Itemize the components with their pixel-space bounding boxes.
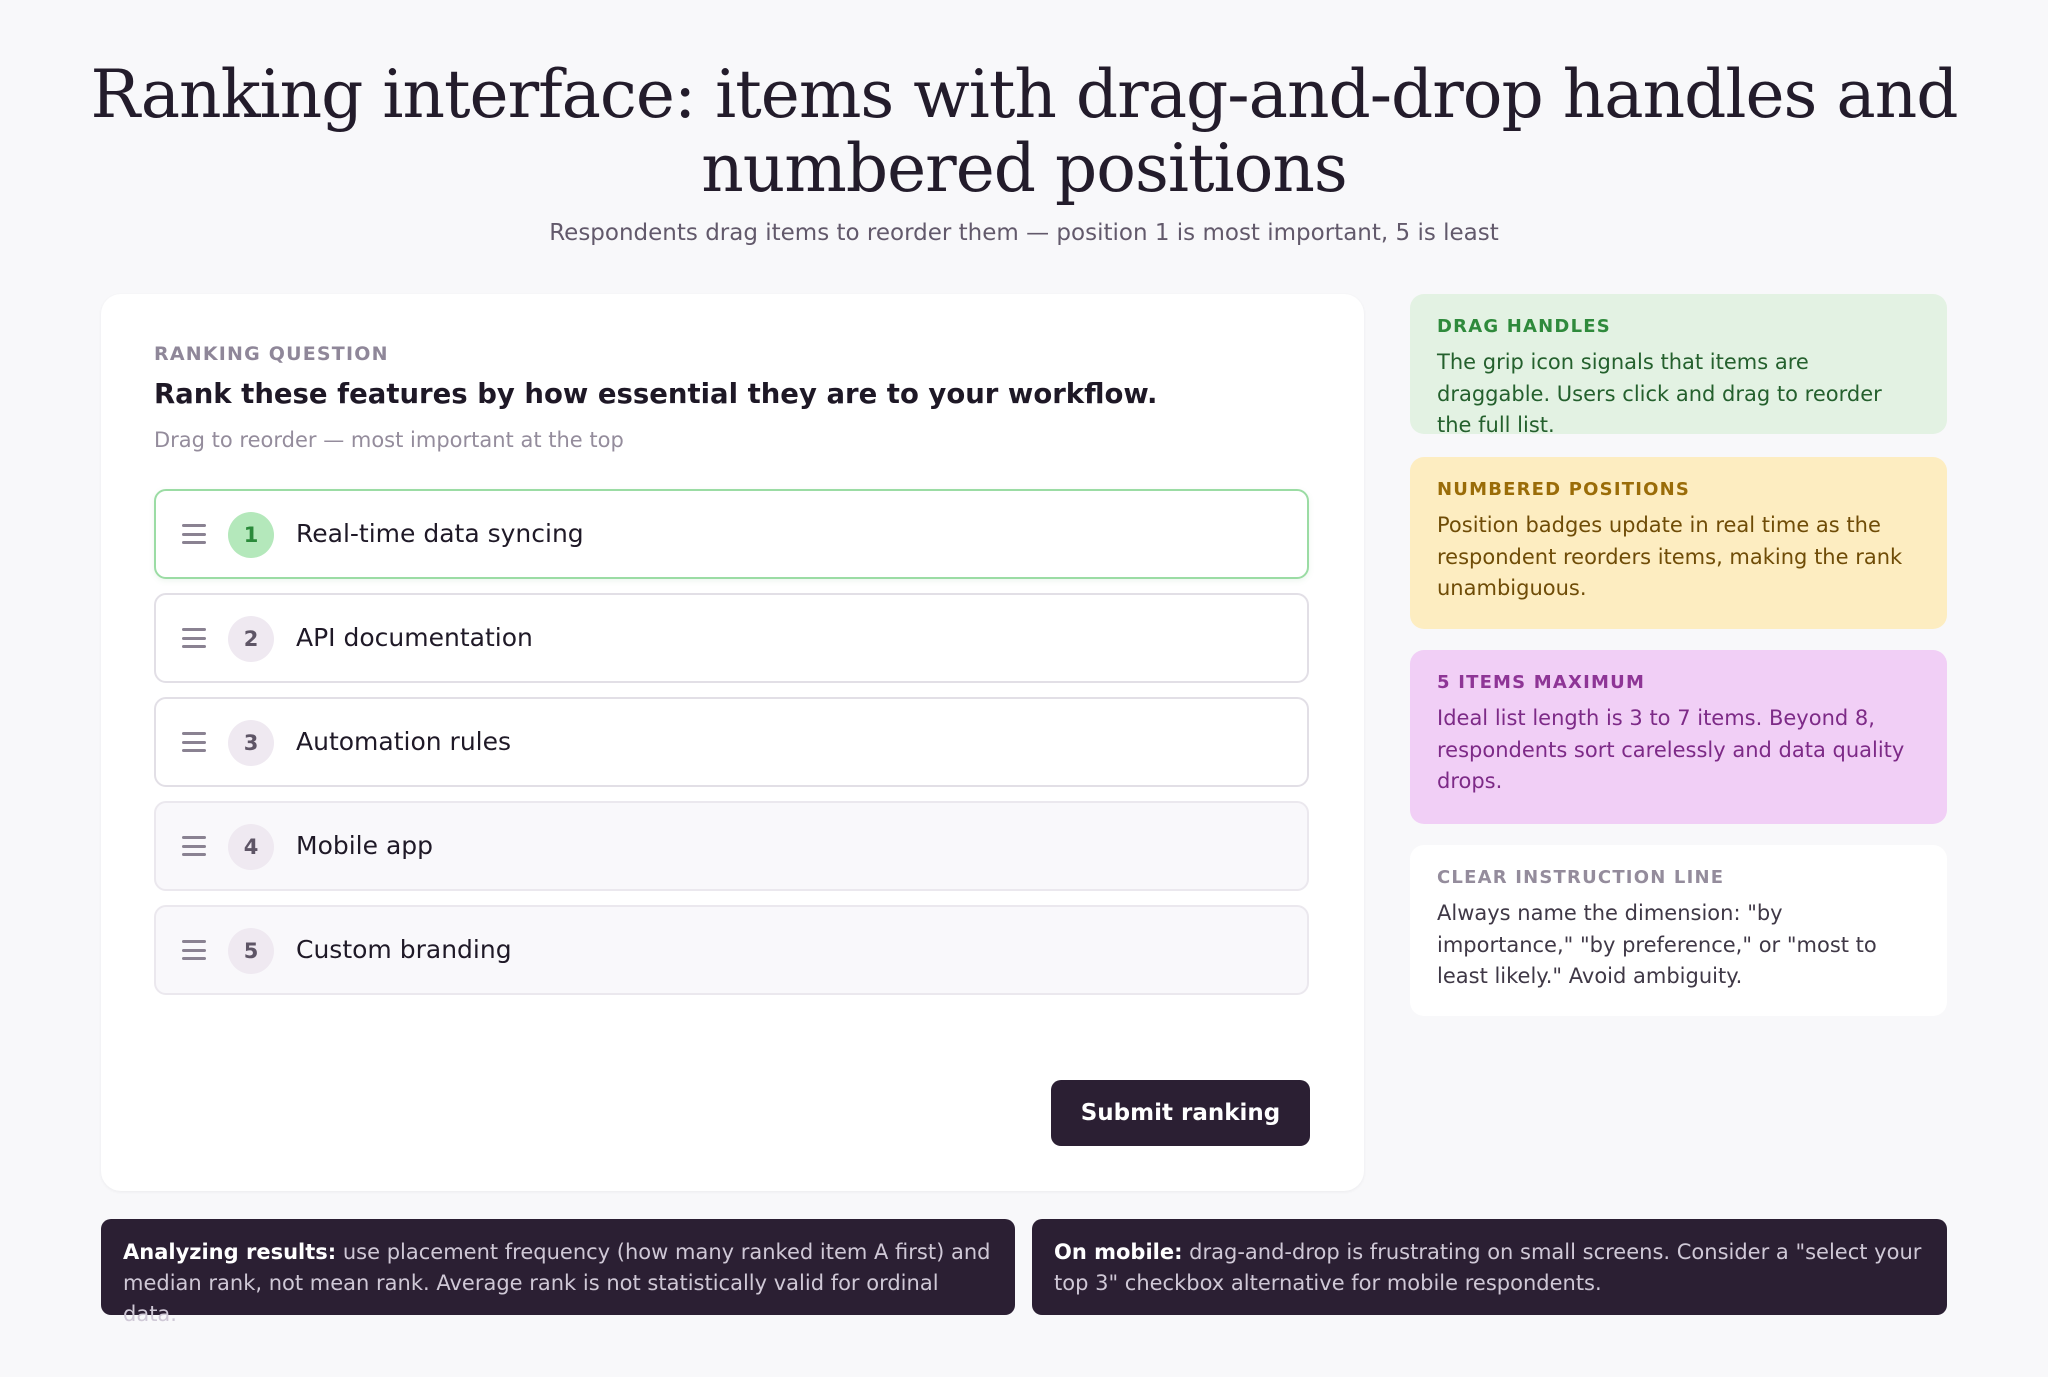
rank-item[interactable]: 2 API documentation bbox=[154, 593, 1309, 683]
note-title: CLEAR INSTRUCTION LINE bbox=[1437, 867, 1725, 888]
note-body: Ideal list length is 3 to 7 items. Beyon… bbox=[1437, 706, 1905, 793]
position-badge: 2 bbox=[228, 616, 274, 662]
rank-item-label: Automation rules bbox=[296, 727, 512, 756]
note-title: NUMBERED POSITIONS bbox=[1437, 479, 1691, 500]
position-badge: 5 bbox=[228, 928, 274, 974]
question-text: Rank these features by how essential the… bbox=[154, 378, 1158, 410]
rank-item[interactable]: 3 Automation rules bbox=[154, 697, 1309, 787]
rank-item-label: API documentation bbox=[296, 623, 533, 652]
position-badge: 3 bbox=[228, 720, 274, 766]
note-drag-handles: DRAG HANDLES The grip icon signals that … bbox=[1410, 294, 1947, 437]
tip-mobile: On mobile: drag-and-drop is frustrating … bbox=[1032, 1219, 1947, 1315]
note-title: DRAG HANDLES bbox=[1437, 316, 1611, 337]
note-items-maximum: 5 ITEMS MAXIMUM Ideal list length is 3 t… bbox=[1410, 650, 1947, 824]
position-badge: 1 bbox=[228, 512, 274, 558]
ranking-question-card: RANKING QUESTION Rank these features by … bbox=[101, 294, 1364, 1191]
rank-item[interactable]: 1 Real-time data syncing bbox=[154, 489, 1309, 579]
position-badge: 4 bbox=[228, 824, 274, 870]
question-eyebrow: RANKING QUESTION bbox=[154, 343, 389, 365]
note-body: The grip icon signals that items are dra… bbox=[1437, 350, 1882, 437]
grip-lines-icon[interactable] bbox=[182, 628, 206, 648]
note-body: Always name the dimension: "by importanc… bbox=[1437, 901, 1877, 988]
tip-text: drag-and-drop is frustrating on small sc… bbox=[1054, 1240, 1922, 1295]
note-numbered-positions: NUMBERED POSITIONS Position badges updat… bbox=[1410, 457, 1947, 629]
question-hint: Drag to reorder — most important at the … bbox=[154, 428, 624, 452]
submit-ranking-button[interactable]: Submit ranking bbox=[1051, 1080, 1310, 1146]
tip-analyzing-results: Analyzing results: use placement frequen… bbox=[101, 1219, 1015, 1326]
page-subtitle: Respondents drag items to reorder them —… bbox=[549, 220, 1499, 246]
page-title: Ranking interface: items with drag-and-d… bbox=[90, 56, 1959, 207]
grip-lines-icon[interactable] bbox=[182, 940, 206, 960]
grip-lines-icon[interactable] bbox=[182, 836, 206, 856]
rank-item-label: Mobile app bbox=[296, 831, 434, 860]
page: Ranking interface: items with drag-and-d… bbox=[0, 0, 2048, 1377]
tip-lead: On mobile: bbox=[1054, 1240, 1183, 1264]
ranking-list: 1 Real-time data syncing 2 API documenta… bbox=[154, 489, 1309, 1009]
rank-item-label: Custom branding bbox=[296, 935, 512, 964]
tip-lead: Analyzing results: bbox=[123, 1240, 337, 1264]
rank-item[interactable]: 4 Mobile app bbox=[154, 801, 1309, 891]
note-clear-instruction: CLEAR INSTRUCTION LINE Always name the d… bbox=[1410, 845, 1947, 1016]
note-body: Position badges update in real time as t… bbox=[1437, 513, 1903, 600]
rank-item-label: Real-time data syncing bbox=[296, 519, 584, 548]
grip-lines-icon[interactable] bbox=[182, 732, 206, 752]
note-title: 5 ITEMS MAXIMUM bbox=[1437, 672, 1646, 693]
grip-lines-icon[interactable] bbox=[182, 524, 206, 544]
rank-item[interactable]: 5 Custom branding bbox=[154, 905, 1309, 995]
